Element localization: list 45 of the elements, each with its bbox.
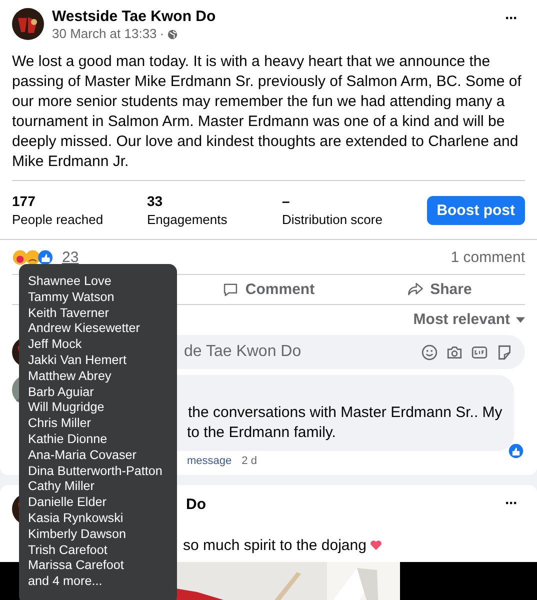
reactor-name: Andrew Kiesewetter (28, 321, 141, 338)
reactor-name: Ana-Maria Covaser (28, 448, 138, 464)
reactor-name: Cathy Miller (28, 479, 96, 496)
reaction-count[interactable]: 23 (62, 249, 79, 266)
reactor-name: Kimberly Dawson (28, 526, 127, 543)
stat-value: – (282, 192, 291, 211)
more-options-button[interactable]: ··· (505, 8, 525, 27)
reactor-name: Danielle Elder (28, 495, 108, 511)
reactor-name: Chris Miller (28, 416, 92, 432)
comment-input[interactable]: de Tae Kwon Do (184, 343, 413, 361)
post-text: We lost a good man today. It is with a heavy heart that we announce the passing of Master Mike Erdmann Sr. previously of Salmon Arm, BC. Some of our more senior students may remember the fun we had attending many a tournament in Salmon Arm. Master Erdmann was one of a kind and will be deeply missed. Our love and kindest thoughts are extended to Charlene and Mike Erdmann Jr. (12, 52, 525, 181)
sort-dropdown[interactable]: Most relevant (413, 309, 525, 330)
stat-label: Distribution score (282, 211, 384, 229)
separator: · (160, 26, 164, 42)
reactor-name: Jeff Mock (28, 337, 83, 353)
reactor-name: and 4 more... (28, 574, 104, 590)
reactor-name: Dina Butterworth-Patton (28, 464, 164, 480)
comment-count[interactable]: 1 comment (450, 249, 525, 266)
reactor-name: Barb Aguiar (28, 384, 95, 400)
page-name[interactable]: Westside Tae Kwon Do (52, 8, 497, 26)
reactor-name: Tammy Watson (28, 290, 116, 306)
reactor-name: Kasia Rynkowski (28, 510, 124, 527)
comment-age: 2 d (242, 455, 257, 467)
comment-text: the conversations with Master Erdmann Sr.. My (188, 403, 502, 423)
stat-value: 33 (147, 192, 164, 211)
reactor-name: Shawnee Love (28, 274, 112, 290)
reactor-name: Jakki Van Hemert (28, 352, 128, 369)
reactor-name: Kathie Dionne (28, 432, 108, 448)
comment-text: to the Erdmann family. (187, 423, 336, 443)
comment-action-link[interactable]: message (187, 455, 232, 467)
page-name[interactable]: Do (186, 496, 497, 514)
reactor-name: Will Mugridge (28, 400, 106, 416)
post-date[interactable]: 30 March at 13:33 (52, 26, 157, 42)
reactor-name: Marissa Carefoot (28, 558, 125, 574)
stat-value: 177 (12, 192, 36, 211)
action-button[interactable]: Share (354, 277, 525, 302)
boost-post-button[interactable]: Boost post (426, 196, 526, 224)
more-options-button[interactable]: ··· (505, 493, 525, 512)
stat-label: Engagements (147, 211, 228, 229)
post-text: so much spirit to the dojang (183, 537, 366, 554)
stat-label: People reached (12, 211, 104, 229)
reactor-name: Keith Taverner (28, 306, 110, 322)
action-button[interactable]: Comment (183, 277, 354, 302)
reactor-name: Trish Carefoot (28, 542, 108, 558)
reactor-name: Matthew Abrey (28, 368, 112, 385)
